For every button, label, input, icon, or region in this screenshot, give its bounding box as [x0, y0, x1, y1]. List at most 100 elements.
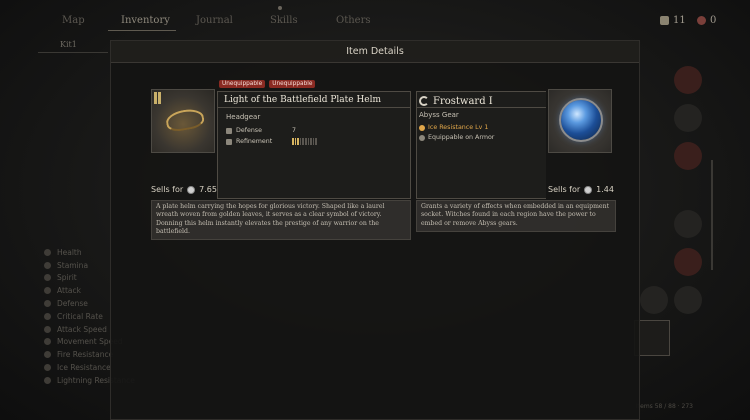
- refinement-pip: [297, 138, 299, 145]
- item-name: Frostward I: [433, 95, 493, 107]
- stat-label: Stamina: [57, 260, 89, 270]
- refinement-pip: [304, 138, 307, 145]
- status-tags: Unequippable Unequippable: [219, 80, 316, 88]
- hammer-icon: [226, 138, 232, 145]
- coin-icon: [187, 185, 196, 194]
- refinement-pip: [292, 138, 294, 145]
- refinement-row: Refinement: [226, 138, 317, 145]
- item-info-panel: Frostward I Abyss Gear Ice Resistance Lv…: [416, 91, 546, 199]
- status-badge: Unequippable: [269, 80, 316, 88]
- ice-icon: [44, 364, 51, 372]
- item-details-modal: Item Details Sells for 7.65 Unequippable…: [110, 40, 640, 420]
- kit-subtab[interactable]: Kit1: [60, 40, 77, 49]
- item-thumbnail: [548, 89, 612, 153]
- shield-icon: [226, 127, 232, 134]
- coin-icon: [584, 185, 593, 194]
- rarity-badge: [158, 92, 161, 104]
- tab-map[interactable]: Map: [62, 15, 85, 26]
- sell-price: Sells for 7.65: [151, 185, 217, 194]
- refinement-pip: [294, 138, 297, 145]
- item-description: Grants a variety of effects when embedde…: [416, 200, 616, 232]
- refinement-pip: [315, 138, 317, 145]
- item-type: Abyss Gear: [419, 111, 459, 119]
- item-card-gear: Frostward I Abyss Gear Ice Resistance Lv…: [416, 89, 616, 199]
- stat-label: Ice Resistance: [57, 363, 111, 373]
- stat-label: Defense: [57, 299, 88, 309]
- tab-others[interactable]: Others: [336, 15, 371, 26]
- inventory-slot[interactable]: [674, 104, 702, 132]
- equip-label: Equippable on Armor: [428, 134, 495, 141]
- fire-icon: [44, 351, 51, 359]
- sells-label: Sells for: [548, 185, 581, 194]
- status-badge: Unequippable: [219, 80, 266, 88]
- defense-icon: [44, 300, 51, 308]
- active-tab-underline: [108, 30, 176, 31]
- item-info-panel: Light of the Battlefield Plate Helm Head…: [217, 91, 411, 199]
- divider: [38, 52, 108, 53]
- stat-label: Fire Resistance: [57, 350, 114, 360]
- health-icon: [44, 248, 51, 256]
- refinement-pip: [307, 138, 310, 145]
- inventory-slot[interactable]: [674, 248, 702, 276]
- stamina-icon: [44, 261, 51, 269]
- snowflake-icon: [419, 124, 425, 131]
- tab-inventory[interactable]: Inventory: [121, 15, 170, 26]
- stat-label: Attack: [57, 286, 81, 296]
- item-name-row: Frostward I: [417, 92, 546, 108]
- refinement-pip: [312, 138, 315, 145]
- tab-indicator-dot: [278, 6, 282, 10]
- refinement-label: Refinement: [236, 138, 273, 145]
- inventory-scrollbar[interactable]: [711, 160, 713, 270]
- orb-cage: [559, 98, 603, 142]
- item-type: Headgear: [226, 113, 261, 121]
- item-thumbnail: [151, 89, 215, 153]
- inventory-count: Items 58 / 88 · 273: [636, 403, 693, 410]
- rarity-badge: [154, 92, 157, 104]
- lightning-icon: [44, 376, 51, 384]
- critical-icon: [44, 312, 51, 320]
- inventory-slot[interactable]: [674, 142, 702, 170]
- inventory-slot[interactable]: [640, 286, 668, 314]
- gem-icon: [697, 16, 706, 25]
- movement-icon: [44, 338, 51, 346]
- modal-header: Item Details: [111, 41, 639, 63]
- refinement-pip: [299, 138, 302, 145]
- armor-icon: [419, 134, 425, 141]
- item-description: A plate helm carrying the hopes for glor…: [151, 200, 411, 240]
- token-icon: [660, 16, 669, 25]
- stat-label: Health: [57, 247, 82, 257]
- stat-label: Spirit: [57, 273, 77, 283]
- sells-label: Sells for: [151, 185, 184, 194]
- item-card-helm: Sells for 7.65 Unequippable Unequippable…: [151, 80, 411, 199]
- defense-row: Defense 7: [226, 127, 296, 134]
- currency-gems: 0: [697, 15, 716, 26]
- inventory-slot[interactable]: [674, 66, 702, 94]
- attack-speed-icon: [44, 325, 51, 333]
- sells-value: 1.44: [596, 185, 614, 194]
- sells-value: 7.65: [199, 185, 217, 194]
- equip-row: Equippable on Armor: [419, 134, 494, 141]
- tab-skills[interactable]: Skills: [270, 15, 298, 26]
- abyss-icon: [419, 96, 429, 106]
- helm-icon: [164, 106, 206, 134]
- item-name: Light of the Battlefield Plate Helm: [218, 92, 410, 108]
- modal-title: Item Details: [346, 46, 404, 57]
- inventory-slot[interactable]: [674, 210, 702, 238]
- refinement-pip: [310, 138, 312, 145]
- defense-label: Defense: [236, 127, 262, 134]
- effect-label: Ice Resistance Lv 1: [428, 124, 489, 131]
- currency-tokens: 11: [660, 15, 686, 26]
- refinement-meter: [292, 138, 317, 145]
- top-nav: Map Inventory Journal Skills Others 11 0: [0, 0, 750, 34]
- stat-label: Attack Speed: [57, 324, 107, 334]
- sell-price: Sells for 1.44: [548, 185, 614, 194]
- attack-icon: [44, 287, 51, 295]
- inventory-slot[interactable]: [674, 286, 702, 314]
- defense-value: 7: [292, 127, 297, 134]
- spirit-icon: [44, 274, 51, 282]
- currency-gem-value: 0: [710, 15, 717, 26]
- currency-token-value: 11: [673, 15, 686, 26]
- effect-row: Ice Resistance Lv 1: [419, 124, 488, 131]
- stat-label: Critical Rate: [57, 311, 103, 321]
- tab-journal[interactable]: Journal: [196, 15, 233, 26]
